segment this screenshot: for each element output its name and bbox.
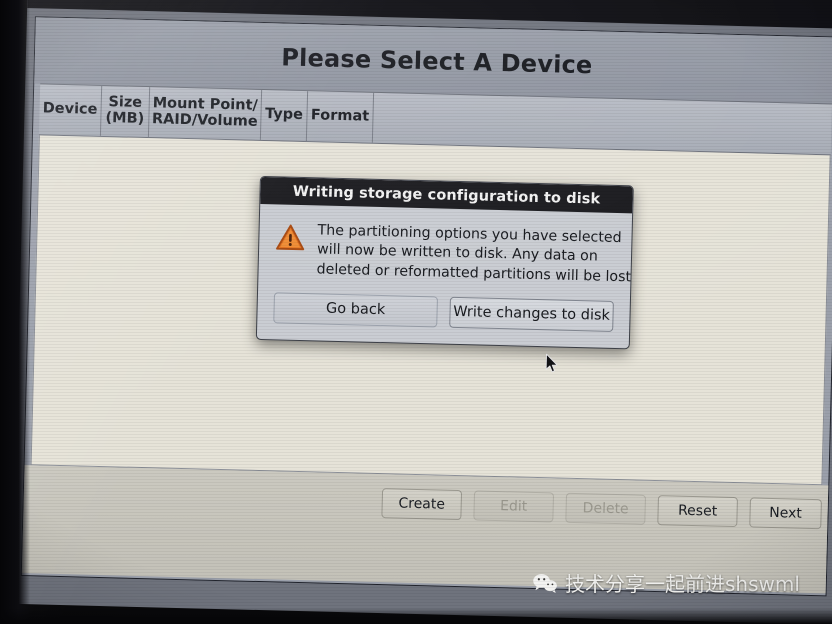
page-title: Please Select A Device (280, 43, 593, 80)
delete-button: Delete (565, 492, 647, 525)
watermark: 技术分享一起前进shswml (532, 568, 800, 597)
footer-button-row: Create Edit Delete Reset Next (381, 488, 822, 530)
create-button[interactable]: Create (381, 488, 463, 521)
dialog-message: The partitioning options you have select… (316, 221, 633, 287)
wechat-icon (532, 572, 558, 594)
column-header-format[interactable]: Format (306, 91, 375, 143)
watermark-text: 技术分享一起前进shswml (565, 572, 800, 596)
write-changes-to-disk-button[interactable]: Write changes to disk (449, 296, 614, 332)
go-back-button[interactable]: Go back (273, 292, 438, 328)
screen-surface: Please Select A Device Device Size (MB) … (12, 0, 832, 624)
edit-button: Edit (473, 490, 555, 523)
next-button[interactable]: Next (749, 497, 822, 530)
photographed-monitor: Please Select A Device Device Size (MB) … (0, 0, 832, 624)
dialog-button-row: Go back Write changes to disk (257, 286, 630, 348)
column-header-type[interactable]: Type (260, 89, 309, 142)
column-header-mount-point[interactable]: Mount Point/ RAID/Volume (148, 87, 263, 140)
column-header-size[interactable]: Size (MB) (100, 85, 151, 138)
warning-triangle-icon (275, 222, 306, 253)
column-header-device[interactable]: Device (38, 84, 103, 136)
dialog-body: The partitioning options you have select… (258, 204, 634, 295)
write-changes-dialog: Writing storage configuration to disk Th… (255, 175, 634, 350)
reset-button[interactable]: Reset (657, 495, 738, 528)
